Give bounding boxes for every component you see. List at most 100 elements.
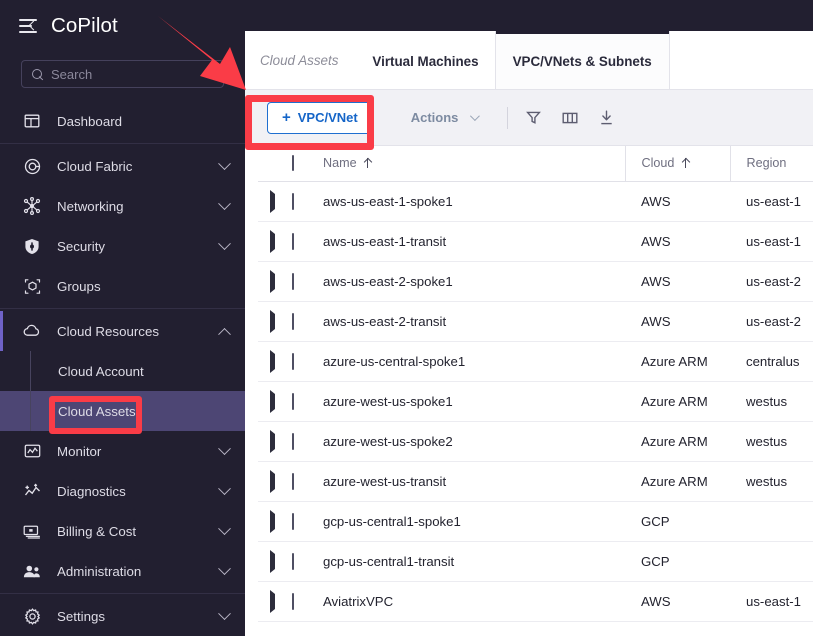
cell-cloud: AWS [625, 301, 730, 342]
sidebar-item-administration[interactable]: Administration [0, 551, 245, 591]
row-select-cell[interactable] [288, 501, 318, 542]
table-row[interactable]: azure-us-central-spoke1 Azure ARM centralu… [258, 341, 813, 382]
chevron-down-icon[interactable] [218, 561, 231, 575]
table-row[interactable]: AviatrixVPC AWS us-east-1 [258, 581, 813, 622]
column-header-name[interactable]: Name [318, 146, 625, 182]
table-row[interactable]: aws-us-east-2-spoke1 AWS us-east-2 [258, 261, 813, 302]
row-checkbox[interactable] [292, 432, 294, 450]
row-select-cell[interactable] [288, 381, 318, 422]
chevron-down-icon[interactable] [218, 606, 231, 620]
row-checkbox[interactable] [292, 352, 294, 370]
sidebar-item-cloud-fabric[interactable]: Cloud Fabric [0, 146, 245, 186]
filter-icon[interactable] [526, 110, 542, 125]
sidebar-item-billing-cost[interactable]: Billing & Cost [0, 511, 245, 551]
sidebar-item-monitor[interactable]: Monitor [0, 431, 245, 471]
table-row[interactable]: azure-west-us-spoke2 Azure ARM westus [258, 421, 813, 462]
row-checkbox[interactable] [292, 392, 294, 410]
row-select-cell[interactable] [288, 261, 318, 302]
row-expander-cell[interactable] [258, 461, 288, 502]
sidebar-item-diagnostics[interactable]: Diagnostics [0, 471, 245, 511]
expand-row-icon[interactable] [270, 189, 275, 213]
row-expander-cell[interactable] [258, 501, 288, 542]
row-select-cell[interactable] [288, 221, 318, 262]
row-select-cell[interactable] [288, 301, 318, 342]
table-row[interactable]: aws-us-east-1-spoke1 AWS us-east-1 [258, 181, 813, 222]
chevron-down-icon[interactable] [218, 196, 231, 210]
sidebar-item-label: Cloud Fabric [57, 158, 133, 174]
expand-row-icon[interactable] [270, 429, 275, 453]
row-expander-cell[interactable] [258, 421, 288, 462]
chevron-down-icon[interactable] [218, 481, 231, 495]
column-header-cloud[interactable]: Cloud [624, 146, 730, 182]
row-select-cell[interactable] [288, 541, 318, 582]
row-expander-cell[interactable] [258, 181, 288, 222]
column-header-region[interactable]: Region [729, 146, 813, 182]
row-select-cell[interactable] [288, 341, 318, 382]
cell-name: aws-us-east-1-transit [318, 221, 625, 262]
table-row[interactable]: gcp-us-central1-spoke1 GCP [258, 501, 813, 542]
tab-vpc-vnets-subnets[interactable]: VPC/VNets & Subnets [495, 31, 669, 89]
expand-row-icon[interactable] [270, 309, 275, 333]
row-select-cell[interactable] [288, 421, 318, 462]
sidebar-item-security[interactable]: Security [0, 226, 245, 266]
row-checkbox[interactable] [292, 552, 294, 570]
sidebar-item-dashboard[interactable]: Dashboard [0, 101, 245, 141]
sidebar-item-label: Cloud Resources [57, 323, 159, 339]
row-expander-cell[interactable] [258, 541, 288, 582]
select-all-header[interactable] [288, 146, 318, 182]
row-checkbox[interactable] [292, 192, 294, 210]
chevron-down-icon[interactable] [218, 441, 231, 455]
sidebar-item-networking[interactable]: Networking [0, 186, 245, 226]
row-expander-cell[interactable] [258, 261, 288, 302]
row-select-cell[interactable] [288, 181, 318, 222]
table-row[interactable]: azure-west-us-spoke1 Azure ARM westus [258, 381, 813, 422]
sidebar-item-cloud-assets[interactable]: Cloud Assets [0, 391, 245, 431]
expand-row-icon[interactable] [270, 389, 275, 413]
sidebar-item-cloud-account[interactable]: Cloud Account [0, 351, 245, 391]
table-row[interactable]: aws-us-east-2-transit AWS us-east-2 [258, 301, 813, 342]
row-select-cell[interactable] [288, 461, 318, 502]
chevron-down-icon[interactable] [218, 156, 231, 170]
sidebar-item-cloud-resources[interactable]: Cloud Resources [0, 311, 245, 351]
chevron-down-icon[interactable] [218, 236, 231, 250]
add-vpc-vnet-button[interactable]: + VPC/VNet [267, 101, 373, 134]
breadcrumb[interactable]: Cloud Assets [245, 31, 355, 89]
select-all-checkbox[interactable] [292, 155, 294, 172]
columns-icon[interactable] [562, 111, 578, 125]
actions-dropdown[interactable]: Actions [411, 110, 481, 125]
row-expander-cell[interactable] [258, 341, 288, 382]
hamburger-collapse-icon[interactable] [19, 19, 39, 33]
sidebar-item-groups[interactable]: Groups [0, 266, 245, 306]
row-checkbox[interactable] [292, 512, 294, 530]
row-checkbox[interactable] [292, 232, 294, 250]
expand-row-icon[interactable] [270, 509, 275, 533]
expand-row-icon[interactable] [270, 549, 275, 573]
expand-row-icon[interactable] [270, 349, 275, 373]
chevron-up-icon[interactable] [218, 327, 231, 341]
table-row[interactable]: azure-west-us-transit Azure ARM westus [258, 461, 813, 502]
expand-row-icon[interactable] [270, 469, 275, 493]
row-expander-cell[interactable] [258, 381, 288, 422]
expand-row-icon[interactable] [270, 229, 275, 253]
row-expander-cell[interactable] [258, 581, 288, 622]
download-icon[interactable] [599, 110, 614, 126]
chevron-down-icon[interactable] [218, 521, 231, 535]
expand-row-icon[interactable] [270, 269, 275, 293]
sidebar-item-settings[interactable]: Settings [0, 596, 245, 636]
row-checkbox[interactable] [292, 472, 294, 490]
table-row[interactable]: aws-us-east-1-transit AWS us-east-1 [258, 221, 813, 262]
tab-virtual-machines[interactable]: Virtual Machines [355, 31, 495, 89]
row-checkbox[interactable] [292, 272, 294, 290]
row-expander-cell[interactable] [258, 301, 288, 342]
cell-region: us-east-1 [730, 181, 813, 222]
expand-row-icon[interactable] [270, 589, 275, 613]
search-input[interactable]: Search [21, 60, 224, 88]
assets-table-wrapper[interactable]: Name Cloud Region aws-us-east-1-spoke1 A… [245, 146, 813, 636]
row-select-cell[interactable] [288, 581, 318, 622]
cell-region: us-east-1 [730, 221, 813, 262]
row-checkbox[interactable] [292, 592, 294, 610]
table-row[interactable]: gcp-us-central1-transit GCP [258, 541, 813, 582]
search-placeholder: Search [51, 66, 93, 82]
row-expander-cell[interactable] [258, 221, 288, 262]
row-checkbox[interactable] [292, 312, 294, 330]
